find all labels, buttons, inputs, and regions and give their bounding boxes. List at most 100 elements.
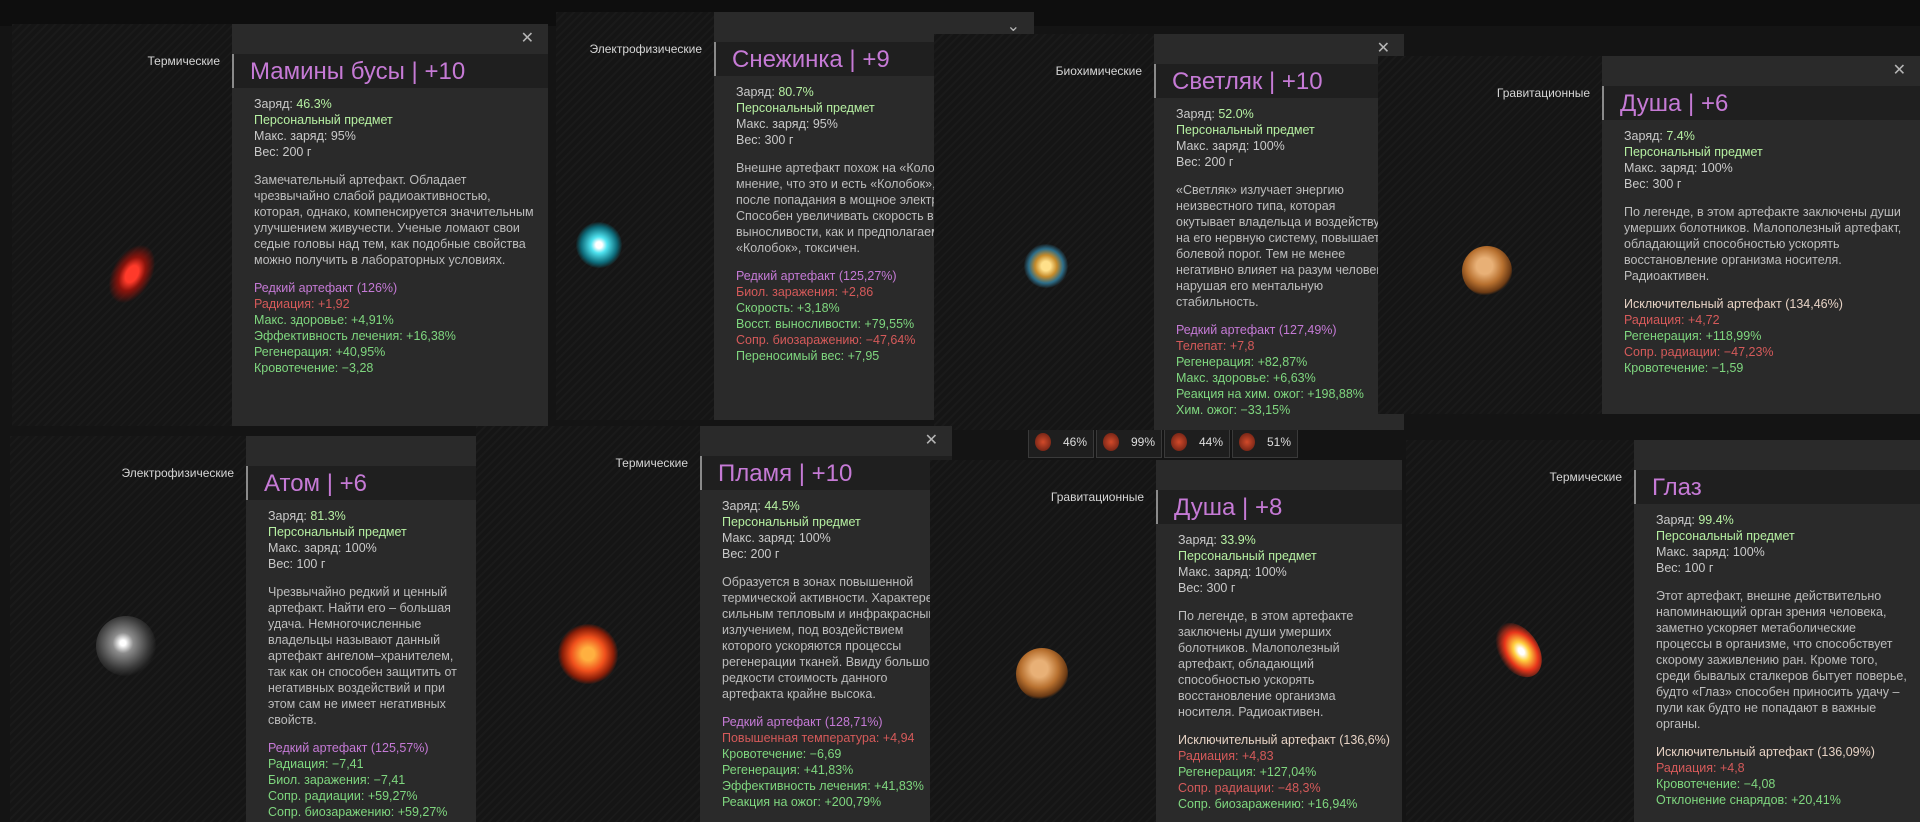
artifact-card: Электрофизические Атом | +6 Заряд: 81.3%… — [10, 436, 480, 822]
max-charge-label: Макс. заряд: — [736, 117, 810, 131]
artifact-header: Душа | +6 — [1602, 86, 1920, 120]
stat-line: Макс. здоровье: +6,63% — [1176, 371, 1316, 385]
artifact-slot-icon — [1035, 433, 1051, 451]
artifact-category: Электрофизические — [121, 466, 234, 480]
weight-value: 300 г — [1206, 581, 1236, 595]
max-charge-label: Макс. заряд: — [1178, 565, 1252, 579]
close-icon[interactable]: ✕ — [1893, 63, 1906, 79]
stat-line: Радиация: +4,83 — [1178, 749, 1274, 763]
artifact-details: Заряд: 33.9% Персональный предмет Макс. … — [1178, 532, 1392, 812]
personal-item-label: Персональный предмет — [722, 515, 861, 529]
charge-value: 81.3% — [310, 509, 346, 523]
charge-value: 52.0% — [1218, 107, 1254, 121]
max-charge-label: Макс. заряд: — [1176, 139, 1250, 153]
stat-line: Радиация: +1,92 — [254, 297, 350, 311]
artifact-rarity: Исключительный артефакт (136,09%) — [1656, 745, 1875, 759]
artifact-header: Мамины бусы | +10 — [232, 54, 548, 88]
stat-line: Кровотечение: −3,28 — [254, 361, 374, 375]
max-charge-value: 100% — [798, 531, 831, 545]
artifact-image-panel: Термические — [476, 426, 700, 822]
artifact-details: Заряд: 99.4% Персональный предмет Макс. … — [1656, 512, 1910, 808]
stat-line: Кровотечение: −1,59 — [1624, 361, 1744, 375]
stat-line: Кровотечение: −4,08 — [1656, 777, 1776, 791]
artifact-rarity: Редкий артефакт (127,49%) — [1176, 323, 1337, 337]
artifact-info-panel: Пламя | +10 ✕ Заряд: 44.5% Персональный … — [700, 426, 952, 822]
max-charge-label: Макс. заряд: — [1624, 161, 1698, 175]
artifact-description: «Светляк» излучает энергию неизвестного … — [1176, 183, 1393, 309]
artifact-rarity: Редкий артефакт (128,71%) — [722, 715, 883, 729]
charge-label: Заряд: — [1178, 533, 1217, 547]
close-icon[interactable]: ✕ — [1377, 41, 1390, 57]
artifact-description: По легенде, в этом артефакте заключены д… — [1178, 609, 1354, 719]
weight-value: 200 г — [282, 145, 312, 159]
weight-value: 200 г — [1204, 155, 1234, 169]
stat-line: Кровотечение: −6,69 — [722, 747, 842, 761]
personal-item-label: Персональный предмет — [268, 525, 407, 539]
artifact-slot[interactable]: 51% — [1232, 426, 1298, 458]
personal-item-label: Персональный предмет — [1178, 549, 1317, 563]
stat-line: Регенерация: +40,95% — [254, 345, 386, 359]
artifact-card: Термические Глаз Заряд: 99.4% Персональн… — [1406, 440, 1920, 822]
personal-item-label: Персональный предмет — [1656, 529, 1795, 543]
artifact-category: Термические — [147, 54, 220, 68]
artifact-slot-icon — [1103, 433, 1119, 451]
weight-label: Вес: — [1624, 177, 1650, 191]
stat-line: Повышенная температура: +4,94 — [722, 731, 915, 745]
weight-value: 200 г — [750, 547, 780, 561]
artifact-card: Термические Мамины бусы | +10 ✕ Заряд: 4… — [12, 24, 548, 426]
artifact-info-panel: Душа | +6 ✕ Заряд: 7.4% Персональный пре… — [1602, 56, 1920, 414]
artifact-category: Гравитационные — [1496, 86, 1590, 100]
charge-label: Заряд: — [254, 97, 293, 111]
stat-line: Реакция на хим. ожог: +198,88% — [1176, 387, 1364, 401]
artifact-image-panel: Термические — [12, 24, 232, 426]
artifact-description: Этот артефакт, внешне действительно напо… — [1656, 589, 1907, 731]
weight-label: Вес: — [268, 557, 294, 571]
charge-value: 7.4% — [1666, 129, 1695, 143]
stat-line: Сопр. биозаражению: +59,27% — [268, 805, 448, 819]
artifact-category: Гравитационные — [1050, 490, 1144, 504]
charge-label: Заряд: — [1624, 129, 1663, 143]
charge-label: Заряд: — [1176, 107, 1215, 121]
stat-line: Регенерация: +127,04% — [1178, 765, 1317, 779]
artifact-slot[interactable]: 99% — [1096, 426, 1162, 458]
charge-value: 80.7% — [778, 85, 814, 99]
max-charge-value: 95% — [812, 117, 838, 131]
artifact-title: Глаз — [1652, 474, 1702, 501]
artifact-slot[interactable]: 46% — [1028, 426, 1094, 458]
artifact-image-panel: Термические — [1406, 440, 1634, 822]
weight-label: Вес: — [736, 133, 762, 147]
weight-value: 100 г — [1684, 561, 1714, 575]
charge-value: 46.3% — [296, 97, 332, 111]
personal-item-label: Персональный предмет — [254, 113, 393, 127]
artifact-image-panel: Электрофизические — [10, 436, 246, 822]
max-charge-label: Макс. заряд: — [722, 531, 796, 545]
personal-item-label: Персональный предмет — [1176, 123, 1315, 137]
weight-label: Вес: — [1176, 155, 1202, 169]
max-charge-value: 100% — [1254, 565, 1287, 579]
close-icon[interactable]: ⌄ — [1007, 19, 1020, 35]
artifact-slot[interactable]: 44% — [1164, 426, 1230, 458]
max-charge-label: Макс. заряд: — [268, 541, 342, 555]
max-charge-value: 100% — [1732, 545, 1765, 559]
weight-value: 100 г — [296, 557, 326, 571]
weight-label: Вес: — [722, 547, 748, 561]
close-icon[interactable]: ✕ — [521, 31, 534, 47]
close-icon[interactable]: ✕ — [925, 433, 938, 449]
artifact-slot-bar: 46% 99% 44% 51% — [1028, 426, 1298, 458]
artifact-category: Термические — [1549, 470, 1622, 484]
weight-label: Вес: — [1656, 561, 1682, 575]
soul-artifact-icon — [1462, 246, 1512, 296]
stat-line: Радиация: +4,72 — [1624, 313, 1720, 327]
firefly-artifact-icon — [1024, 244, 1068, 288]
artifact-title: Душа | +6 — [1620, 90, 1729, 117]
artifact-card: Биохимические Светляк | +10 ✕ Заряд: 52.… — [934, 34, 1404, 430]
soul-artifact-icon — [1016, 648, 1068, 700]
artifact-description: Замечательный артефакт. Обладает чрезвыч… — [254, 173, 534, 267]
artifact-title: Светляк | +10 — [1172, 68, 1323, 95]
artifact-header: Атом | +6 — [246, 466, 480, 500]
weight-label: Вес: — [254, 145, 280, 159]
stat-line: Эффективность лечения: +41,83% — [722, 779, 924, 793]
stat-line: Радиация: +4,8 — [1656, 761, 1745, 775]
stat-line: Телепат: +7,8 — [1176, 339, 1255, 353]
artifact-category: Биохимические — [1055, 64, 1142, 78]
